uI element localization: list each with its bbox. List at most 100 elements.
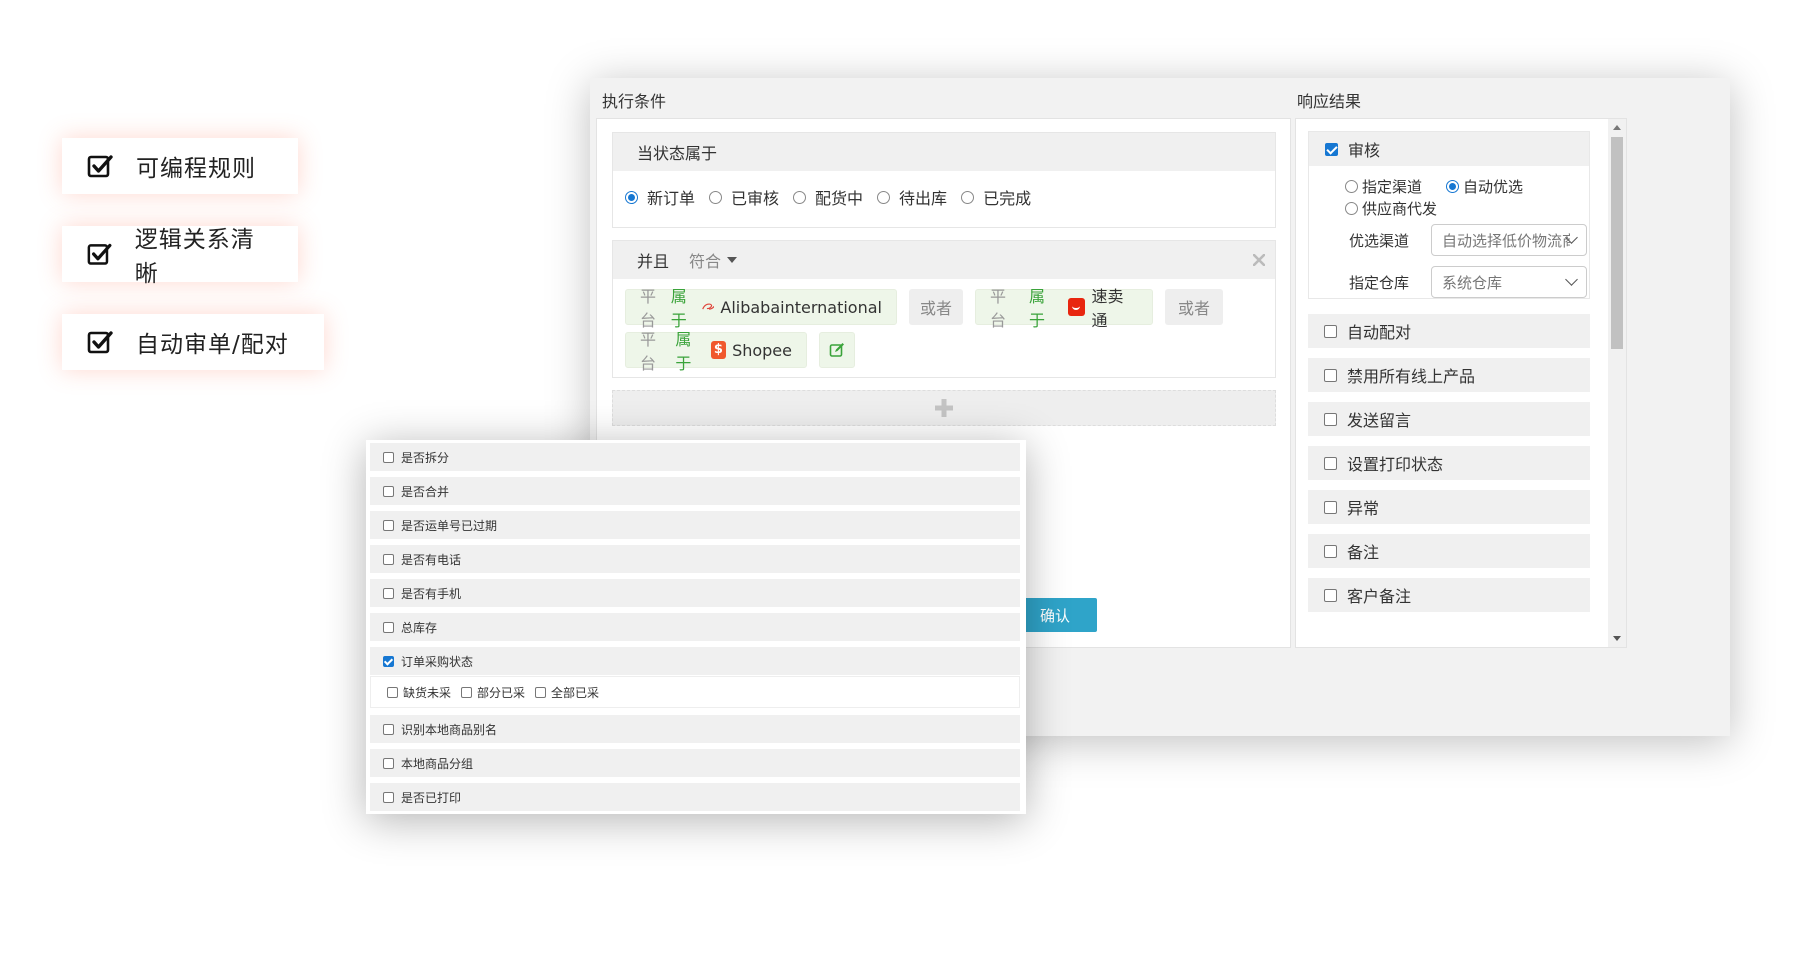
status-option-completed[interactable]: 已完成 [961, 185, 1031, 209]
status-option-picking[interactable]: 配货中 [793, 185, 863, 209]
feature-label: 可编程规则 [136, 156, 256, 182]
checkbox-icon[interactable] [1324, 412, 1337, 426]
list-item[interactable]: 总库存 [370, 613, 1020, 641]
plus-icon [935, 399, 953, 417]
scrollbar-thumb[interactable] [1611, 137, 1623, 349]
result-send-message[interactable]: 发送留言 [1308, 402, 1590, 436]
checkbox-checked-icon [87, 155, 113, 178]
checkbox-icon[interactable] [383, 757, 394, 769]
list-item[interactable]: 是否有手机 [370, 579, 1020, 607]
list-item[interactable]: 是否拆分 [370, 443, 1020, 471]
warehouse-select[interactable]: 系统仓库 [1431, 266, 1587, 298]
and-label: 并且 [637, 252, 670, 271]
list-item[interactable]: 识别本地商品别名 [370, 715, 1020, 743]
checkbox-icon[interactable] [1324, 368, 1337, 382]
radio-icon[interactable] [793, 190, 807, 204]
status-option-audited[interactable]: 已审核 [709, 185, 779, 209]
list-item[interactable]: 本地商品分组 [370, 749, 1020, 777]
sub-option-fully-purchased[interactable]: 全部已采 [535, 684, 599, 701]
edit-condition-button[interactable] [819, 332, 855, 368]
scroll-up-icon[interactable] [1613, 125, 1621, 130]
channel-option-supplier[interactable]: 供应商代发 [1345, 198, 1437, 219]
scroll-down-icon[interactable] [1613, 636, 1621, 641]
radio-selected-icon[interactable] [1446, 180, 1459, 193]
or-operator[interactable]: 或者 [909, 289, 963, 325]
feature-badge-logic: 逻辑关系清晰 [62, 226, 298, 287]
list-item[interactable]: 是否合并 [370, 477, 1020, 505]
aliexpress-logo-icon [1068, 298, 1086, 316]
result-disable-online-products[interactable]: 禁用所有线上产品 [1308, 358, 1590, 392]
checkbox-checked-icon[interactable] [383, 655, 394, 667]
status-options: 新订单 已审核 配货中 待出库 已完成 [625, 185, 1045, 209]
checkbox-icon[interactable] [1324, 588, 1337, 602]
warehouse-label: 指定仓库 [1349, 274, 1410, 292]
channel-option-specified[interactable]: 指定渠道 [1345, 176, 1422, 197]
or-operator[interactable]: 或者 [1165, 289, 1223, 325]
platform-tag-aliexpress[interactable]: 平台 属于 速卖通 [975, 287, 1153, 330]
checkbox-icon[interactable] [535, 686, 547, 698]
shopee-logo-icon: $ [710, 341, 727, 359]
radio-icon[interactable] [1345, 180, 1358, 193]
caret-down-icon [727, 257, 738, 263]
radio-icon[interactable] [877, 190, 891, 204]
match-dropdown[interactable]: 符合 [689, 248, 738, 272]
results-pane: 审核 指定渠道 自动优选 供应商代发 优选渠道 自动选择低价物流商 指定仓库 系… [1295, 118, 1627, 648]
platform-tag-alibaba[interactable]: 平台 属于 Alibabainternational [625, 287, 897, 330]
feature-label: 逻辑关系清晰 [134, 227, 255, 287]
radio-selected-icon[interactable] [625, 190, 638, 204]
alibaba-logo-icon [701, 303, 715, 310]
status-option-awaiting-outbound[interactable]: 待出库 [877, 185, 947, 209]
radio-icon[interactable] [961, 190, 975, 204]
result-customer-remark[interactable]: 客户备注 [1308, 578, 1590, 612]
checkbox-icon[interactable] [383, 723, 394, 735]
and-condition-block: 并且 符合 平台 属于 Alibabainternational 或者 平台 属… [612, 240, 1276, 378]
chevron-down-icon [1565, 273, 1578, 286]
results-title: 响应结果 [1297, 92, 1362, 111]
checkbox-icon[interactable] [383, 587, 394, 599]
close-icon[interactable] [1253, 254, 1265, 266]
results-scrollbar[interactable] [1608, 119, 1626, 647]
checkbox-icon[interactable] [1324, 500, 1337, 514]
checkbox-icon[interactable] [1324, 324, 1337, 338]
edit-icon [829, 343, 844, 357]
checkbox-icon[interactable] [383, 553, 394, 565]
and-condition-head: 并且 符合 [613, 241, 1275, 279]
radio-icon[interactable] [1345, 202, 1358, 215]
checkbox-icon[interactable] [1324, 456, 1337, 470]
checkbox-icon[interactable] [383, 621, 394, 633]
checkbox-checked-icon [87, 243, 112, 265]
checkbox-icon[interactable] [383, 791, 394, 803]
status-condition-block: 当状态属于 新订单 已审核 配货中 待出库 已完成 [612, 132, 1276, 228]
status-condition-label: 当状态属于 [613, 133, 1275, 171]
checkbox-checked-icon[interactable] [1325, 142, 1338, 156]
result-set-print-status[interactable]: 设置打印状态 [1308, 446, 1590, 480]
feature-badge-auto-audit: 自动审单/配对 [62, 314, 324, 370]
list-item[interactable]: 是否已打印 [370, 783, 1020, 811]
checkbox-icon[interactable] [383, 485, 394, 497]
checkbox-icon[interactable] [383, 519, 394, 531]
sub-option-partially-purchased[interactable]: 部分已采 [461, 684, 525, 701]
purchase-status-sub-options: 缺货未采 部分已采 全部已采 [370, 676, 1020, 708]
checkbox-icon[interactable] [387, 686, 398, 698]
list-item[interactable]: 是否有电话 [370, 545, 1020, 573]
add-condition-button[interactable] [612, 390, 1276, 426]
conditions-title: 执行条件 [602, 92, 667, 111]
checkbox-icon[interactable] [383, 451, 394, 463]
channel-option-auto-preferred[interactable]: 自动优选 [1446, 176, 1523, 197]
list-item[interactable]: 订单采购状态 [370, 647, 1020, 675]
feature-label: 自动审单/配对 [136, 332, 289, 358]
feature-badge-programmable: 可编程规则 [62, 138, 298, 194]
result-exception[interactable]: 异常 [1308, 490, 1590, 524]
sub-option-out-of-stock[interactable]: 缺货未采 [387, 684, 451, 701]
result-auto-match[interactable]: 自动配对 [1308, 314, 1590, 348]
checkbox-icon[interactable] [1324, 544, 1337, 558]
platform-tag-shopee[interactable]: 平台 属于 $ Shopee [625, 330, 807, 373]
audit-head[interactable]: 审核 [1309, 132, 1589, 166]
preferred-channel-select[interactable]: 自动选择低价物流商 [1431, 224, 1587, 256]
result-remark[interactable]: 备注 [1308, 534, 1590, 568]
radio-icon[interactable] [709, 190, 723, 204]
condition-checklist-panel: 是否拆分 是否合并 是否运单号已过期 是否有电话 是否有手机 总库存 订单采购状… [366, 440, 1026, 814]
list-item[interactable]: 是否运单号已过期 [370, 511, 1020, 539]
status-option-new-order[interactable]: 新订单 [625, 185, 695, 209]
checkbox-icon[interactable] [461, 686, 473, 698]
